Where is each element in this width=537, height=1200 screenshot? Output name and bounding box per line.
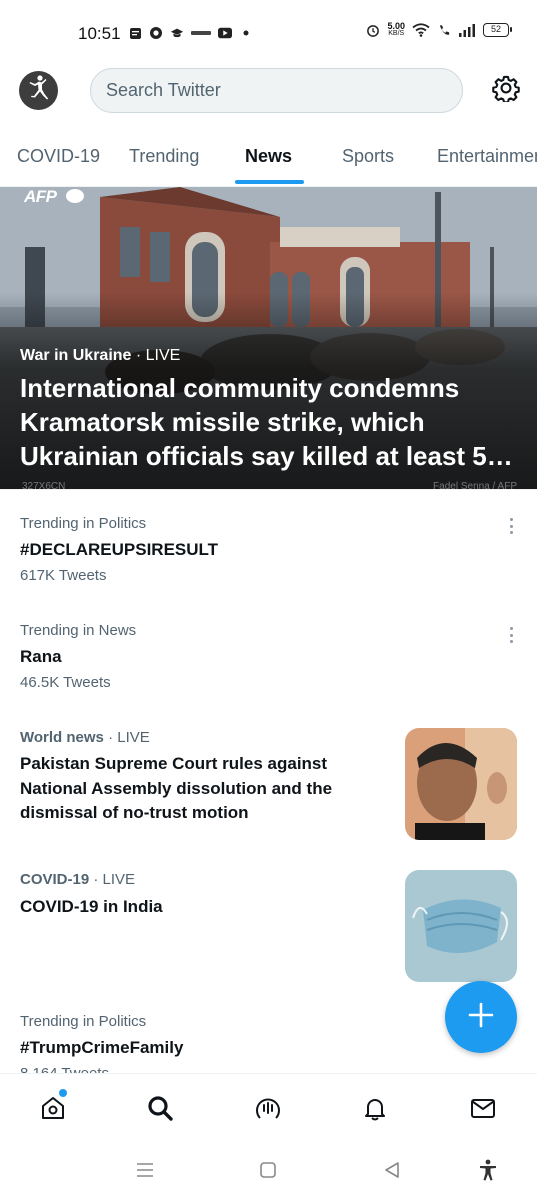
trend-tweet-count: 8,164 Tweets — [20, 1065, 109, 1073]
hero-headline: International community condemns Kramato… — [20, 373, 513, 471]
news-meta: World news · LIVE — [20, 729, 150, 746]
network-speed: 5.00 KB/S — [387, 22, 405, 38]
signal-icon — [458, 23, 476, 37]
home-system-button[interactable] — [256, 1160, 280, 1184]
news-category: COVID-19 — [20, 871, 90, 888]
tab-entertainment[interactable]: Entertainment — [437, 146, 537, 167]
active-tab-indicator — [235, 180, 304, 184]
compose-tweet-button[interactable] — [445, 981, 517, 1053]
accessibility-icon — [478, 1159, 498, 1186]
hero-logo-mark — [66, 189, 84, 203]
hero-news-card[interactable]: AFP War in Ukraine · LIVE International … — [0, 187, 537, 489]
hero-logo: AFP — [24, 187, 57, 206]
hero-photo-credit: Fadel Senna / AFP — [433, 481, 517, 489]
top-header — [0, 62, 537, 124]
news-item[interactable]: World news · LIVE Pakistan Supreme Court… — [0, 709, 537, 849]
news-item[interactable]: COVID-19 · LIVE COVID-19 in India — [0, 851, 537, 991]
news-live-label: LIVE — [102, 871, 136, 888]
mail-icon — [469, 1094, 497, 1127]
status-bar: 10:51 5.00 KB/S 52 — [0, 0, 537, 62]
system-navigation-bar — [0, 1148, 537, 1200]
news-app-icon — [191, 26, 211, 40]
home-notification-dot — [59, 1089, 67, 1097]
more-options-button[interactable] — [505, 625, 517, 645]
recent-apps-button[interactable] — [133, 1160, 157, 1184]
trend-item[interactable]: Trending in Politics #DECLAREUPSIRESULT … — [0, 495, 537, 600]
battery-indicator: 52 — [483, 23, 512, 37]
trend-context: Trending in News — [20, 622, 137, 639]
trend-tweet-count: 617K Tweets — [20, 567, 107, 584]
trend-context: Trending in Politics — [20, 515, 147, 532]
jumpman-logo-icon — [26, 74, 52, 107]
search-input[interactable] — [91, 69, 462, 112]
more-notifications-dot-icon — [239, 26, 253, 40]
bottom-navigation — [0, 1073, 537, 1148]
nav-notifications-button[interactable] — [357, 1092, 393, 1128]
news-thumbnail — [405, 870, 517, 982]
tab-trending[interactable]: Trending — [129, 146, 199, 167]
wifi-calling-icon — [437, 23, 451, 37]
hero-live-label: LIVE — [145, 347, 181, 364]
settings-button[interactable] — [490, 74, 522, 106]
trend-title: Rana — [20, 647, 62, 666]
youtube-icon — [218, 26, 232, 40]
message-icon — [128, 26, 142, 40]
back-triangle-icon — [383, 1161, 401, 1184]
bell-icon — [361, 1094, 389, 1127]
news-meta: COVID-19 · LIVE — [20, 871, 136, 888]
menu-icon — [136, 1162, 154, 1183]
nav-messages-button[interactable] — [465, 1092, 501, 1128]
spaces-icon — [254, 1094, 282, 1127]
tab-covid-19[interactable]: COVID-19 — [17, 146, 100, 167]
plus-icon — [467, 1001, 495, 1034]
trend-context: Trending in Politics — [20, 1013, 147, 1030]
explore-tabs: COVID-19 Trending News Sports Entertainm… — [0, 135, 537, 187]
accessibility-button[interactable] — [476, 1159, 500, 1186]
notification-icons — [128, 26, 253, 40]
news-headline: Pakistan Supreme Court rules against Nat… — [20, 754, 333, 822]
network-speed-value: 5.00 — [387, 21, 405, 31]
news-headline: COVID-19 in India — [20, 897, 163, 916]
home-icon — [39, 1094, 67, 1127]
system-status-icons: 5.00 KB/S 52 — [366, 22, 512, 38]
back-system-button[interactable] — [380, 1160, 404, 1184]
nav-explore-button[interactable] — [142, 1092, 178, 1128]
trend-title: #TrumpCrimeFamily — [20, 1038, 184, 1057]
graduation-cap-icon — [170, 26, 184, 40]
tab-sports[interactable]: Sports — [342, 146, 394, 167]
network-speed-unit: KB/S — [388, 30, 405, 37]
trend-item[interactable]: Trending in News Rana 46.5K Tweets — [0, 602, 537, 707]
gear-icon — [492, 74, 520, 107]
more-options-button[interactable] — [505, 516, 517, 536]
alarm-icon — [366, 23, 380, 37]
nav-spaces-button[interactable] — [250, 1092, 286, 1128]
news-category: World news — [20, 729, 104, 746]
square-icon — [259, 1161, 277, 1184]
search-field[interactable] — [90, 68, 463, 113]
search-icon — [146, 1094, 174, 1127]
hero-meta: War in Ukraine · LIVE — [20, 347, 181, 364]
hero-category: War in Ukraine — [20, 347, 132, 364]
news-live-label: LIVE — [117, 729, 150, 746]
wifi-icon — [412, 23, 430, 37]
hero-photo-id: 327X6CN — [22, 481, 66, 489]
status-time: 10:51 — [78, 24, 121, 43]
nav-home-button[interactable] — [35, 1092, 71, 1128]
app-icon — [149, 26, 163, 40]
tab-news[interactable]: News — [245, 146, 292, 167]
profile-avatar[interactable] — [19, 71, 58, 110]
trend-tweet-count: 46.5K Tweets — [20, 674, 111, 691]
news-thumbnail — [405, 728, 517, 840]
trend-title: #DECLAREUPSIRESULT — [20, 540, 219, 559]
